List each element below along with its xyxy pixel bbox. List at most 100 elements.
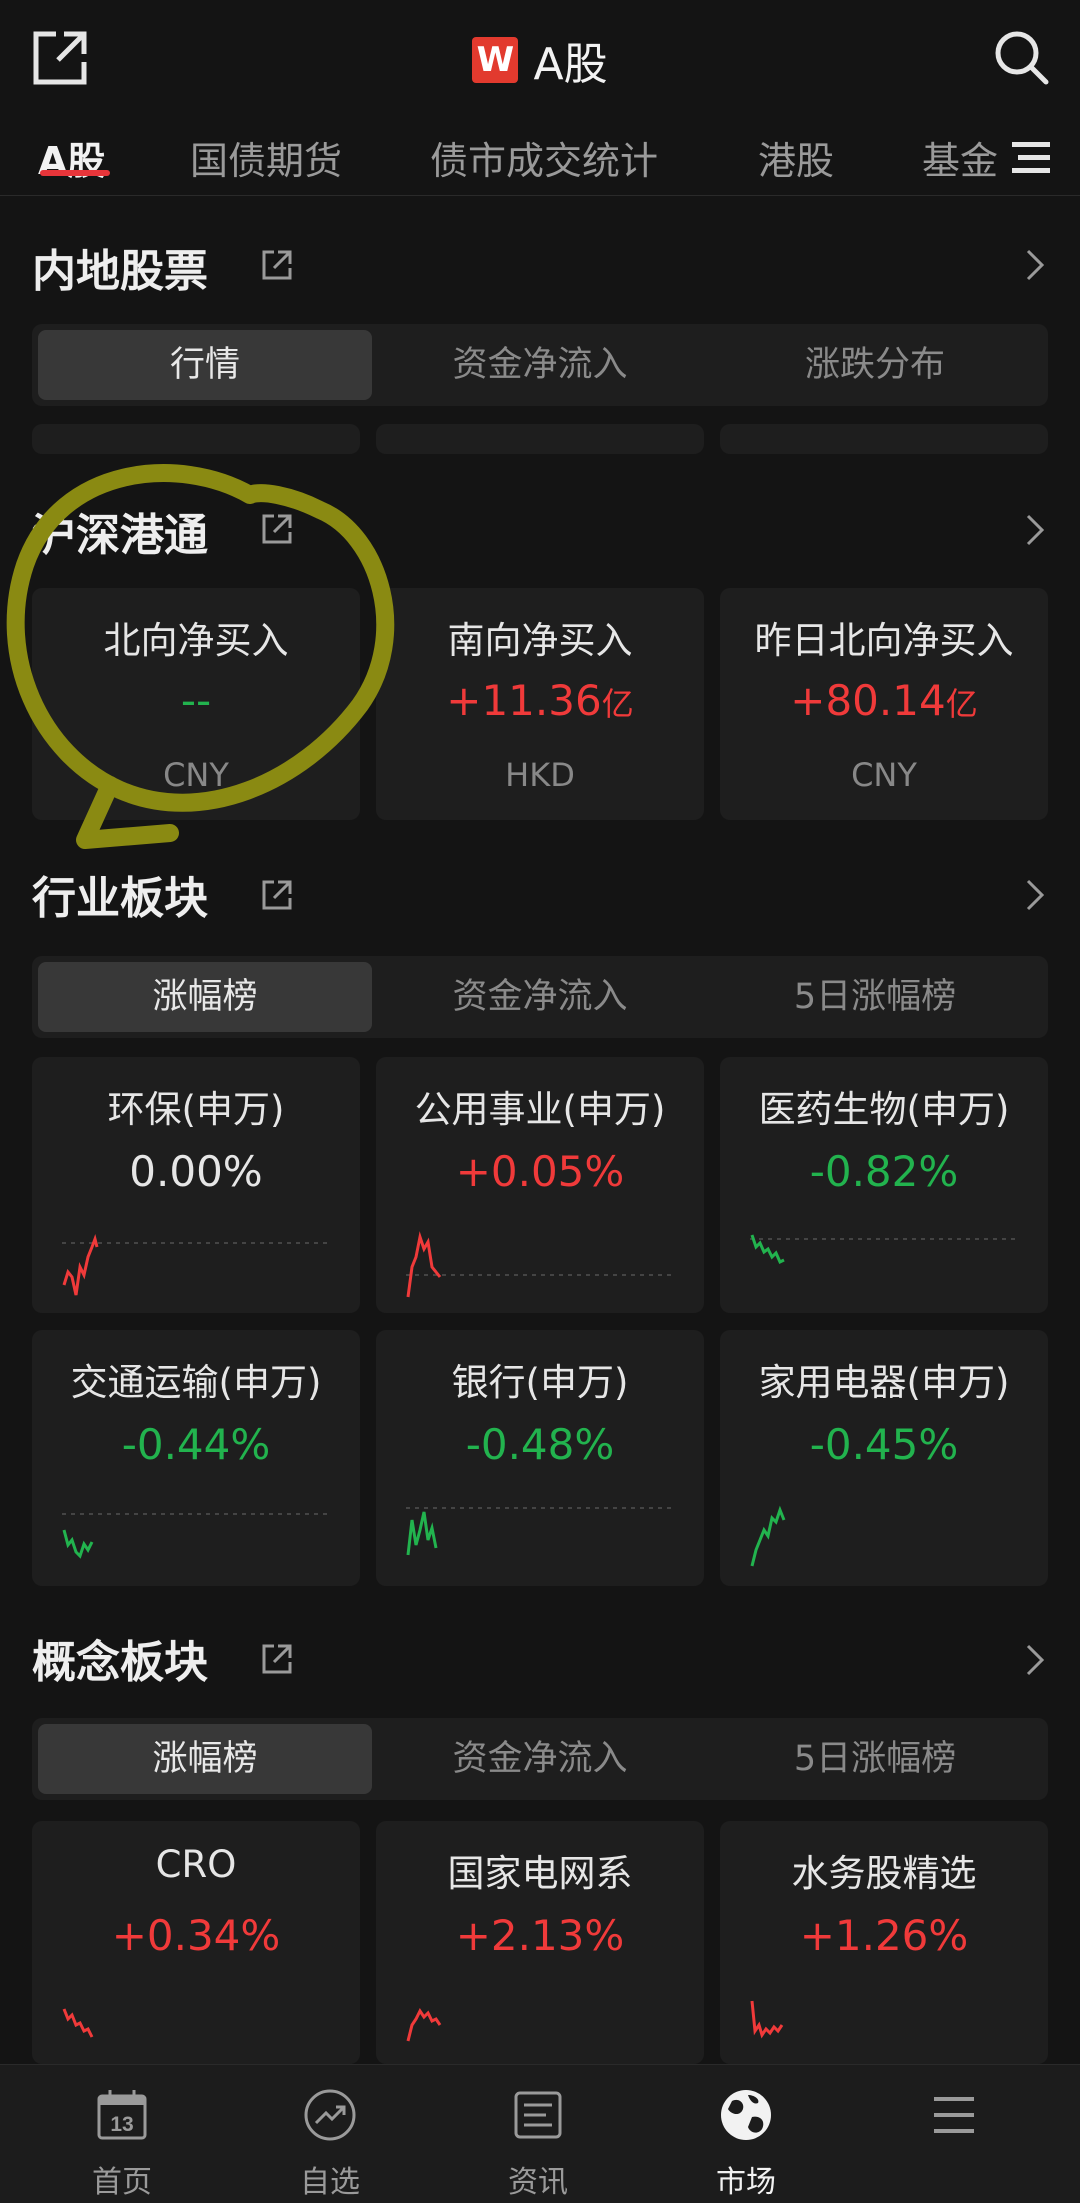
nav-label: 市场 [716, 2165, 776, 2200]
card-unit: HKD [505, 756, 575, 794]
mainland-card-clipped [720, 424, 1048, 454]
seg-option-top-gainers[interactable]: 涨幅榜 [38, 1724, 372, 1794]
section-title-connect: 沪深港通 [32, 510, 208, 561]
concept-card[interactable]: 国家电网系 +2.13% [376, 1821, 704, 2064]
nav-news[interactable]: 资讯 [430, 2065, 646, 2203]
sparkline [750, 1505, 786, 1567]
chevron-right-icon[interactable] [1020, 1640, 1050, 1680]
title-group: W A股 [0, 28, 1080, 90]
seg-option-top-gainers[interactable]: 涨幅榜 [38, 962, 372, 1032]
search-icon[interactable] [992, 28, 1050, 86]
nav-market[interactable]: 市场 [638, 2065, 854, 2203]
card-name: 国家电网系 [447, 1852, 633, 1895]
tabs-menu-icon[interactable] [1000, 128, 1060, 188]
mainland-card-clipped [376, 424, 704, 454]
seg-option-quotes[interactable]: 行情 [38, 330, 372, 400]
chevron-right-icon[interactable] [1020, 875, 1050, 915]
industry-card[interactable]: 医药生物(申万) -0.82% [720, 1057, 1048, 1313]
card-name: 南向净买入 [447, 619, 633, 662]
card-value: -0.48% [465, 1420, 615, 1469]
external-link-icon[interactable] [260, 878, 294, 912]
card-name: 水务股精选 [791, 1852, 977, 1895]
nav-label: 首页 [92, 2165, 152, 2200]
connect-card-northbound[interactable]: 北向净买入 -- CNY [32, 588, 360, 820]
nav-label: 资讯 [508, 2165, 568, 2200]
nav-home[interactable]: 13 首页 [14, 2065, 230, 2203]
seg-option-net-inflow[interactable]: 资金净流入 [373, 962, 707, 1032]
external-link-icon[interactable] [260, 1642, 294, 1676]
card-value: +11.36亿 [446, 676, 634, 725]
industry-card[interactable]: 交通运输(申万) -0.44% [32, 1330, 360, 1586]
app-logo: W [472, 37, 519, 83]
card-value: +0.34% [111, 1911, 281, 1960]
card-name: 银行(申万) [451, 1361, 629, 1404]
external-link-icon[interactable] [260, 248, 294, 282]
chevron-right-icon[interactable] [1020, 510, 1050, 550]
section-title-concept: 概念板块 [32, 1637, 208, 1688]
card-name: 北向净买入 [103, 619, 289, 662]
connect-card-yesterday-northbound[interactable]: 昨日北向净买入 +80.14亿 CNY [720, 588, 1048, 820]
sparkline [750, 2000, 784, 2039]
industry-segmented-control: 涨幅榜 资金净流入 5日涨幅榜 [32, 956, 1048, 1038]
card-name: 公用事业(申万) [414, 1088, 666, 1131]
sparkline [406, 1507, 676, 1556]
section-title-mainland: 内地股票 [32, 246, 208, 297]
card-unit: CNY [163, 756, 229, 794]
section-title-industry: 行业板块 [32, 873, 208, 924]
sparkline [62, 1513, 332, 1559]
industry-card[interactable]: 银行(申万) -0.48% [376, 1330, 704, 1586]
industry-card[interactable]: 公用事业(申万) +0.05% [376, 1057, 704, 1313]
card-name: 家用电器(申万) [758, 1361, 1010, 1404]
external-link-icon[interactable] [260, 512, 294, 546]
seg-option-5day-gainers[interactable]: 5日涨幅榜 [708, 962, 1042, 1032]
concept-card[interactable]: CRO +0.34% [32, 1821, 360, 2064]
tab-funds[interactable]: 基金 [922, 130, 998, 185]
sparkline [750, 1234, 1020, 1265]
card-value: +80.14亿 [790, 676, 978, 725]
mainland-segmented-control: 行情 资金净流入 涨跌分布 [32, 324, 1048, 406]
tab-bond-futures[interactable]: 国债期货 [190, 130, 342, 185]
seg-option-net-inflow[interactable]: 资金净流入 [373, 330, 707, 400]
seg-option-5day-gainers[interactable]: 5日涨幅榜 [708, 1724, 1042, 1794]
page-title: A股 [533, 39, 608, 90]
industry-card[interactable]: 环保(申万) 0.00% [32, 1057, 360, 1313]
nav-watchlist[interactable]: 自选 [222, 2065, 438, 2203]
industry-card[interactable]: 家用电器(申万) -0.45% [720, 1330, 1048, 1586]
card-value: -- [180, 676, 212, 725]
card-value: -0.45% [809, 1420, 959, 1469]
news-icon [514, 2091, 562, 2139]
sparkline [62, 2008, 94, 2038]
sparkline [62, 1233, 332, 1296]
active-tab-indicator [40, 170, 110, 176]
card-value: +0.05% [455, 1147, 625, 1196]
tab-a-shares[interactable]: A股 [38, 130, 105, 185]
card-value: +2.13% [455, 1911, 625, 1960]
card-name: CRO [155, 1843, 237, 1886]
concept-card[interactable]: 水务股精选 +1.26% [720, 1821, 1048, 2064]
sparkline [406, 2008, 442, 2042]
bottom-nav: 13 首页 自选 资讯 市场 [0, 2064, 1080, 2203]
card-name: 交通运输(申万) [70, 1361, 322, 1404]
card-value: -0.82% [809, 1147, 959, 1196]
card-name: 昨日北向净买入 [754, 619, 1014, 662]
tab-bond-stats[interactable]: 债市成交统计 [430, 130, 658, 185]
seg-option-distribution[interactable]: 涨跌分布 [708, 330, 1042, 400]
top-bar: W A股 [0, 0, 1080, 120]
seg-option-net-inflow[interactable]: 资金净流入 [373, 1724, 707, 1794]
card-value: 0.00% [129, 1147, 263, 1196]
tab-hk-stocks[interactable]: 港股 [758, 130, 834, 185]
mainland-card-clipped [32, 424, 360, 454]
chevron-right-icon[interactable] [1020, 245, 1050, 285]
trend-circle-icon [304, 2089, 356, 2141]
card-name: 环保(申万) [107, 1088, 285, 1131]
card-value: +1.26% [799, 1911, 969, 1960]
nav-label: 自选 [300, 2165, 360, 2200]
connect-card-southbound[interactable]: 南向净买入 +11.36亿 HKD [376, 588, 704, 820]
concept-segmented-control: 涨幅榜 资金净流入 5日涨幅榜 [32, 1718, 1048, 1800]
card-unit: CNY [851, 756, 917, 794]
nav-more[interactable] [846, 2065, 1062, 2203]
calendar-icon: 13 [97, 2090, 147, 2140]
sparkline [406, 1231, 676, 1298]
card-value: -0.44% [121, 1420, 271, 1469]
svg-text:13: 13 [110, 2113, 133, 2136]
